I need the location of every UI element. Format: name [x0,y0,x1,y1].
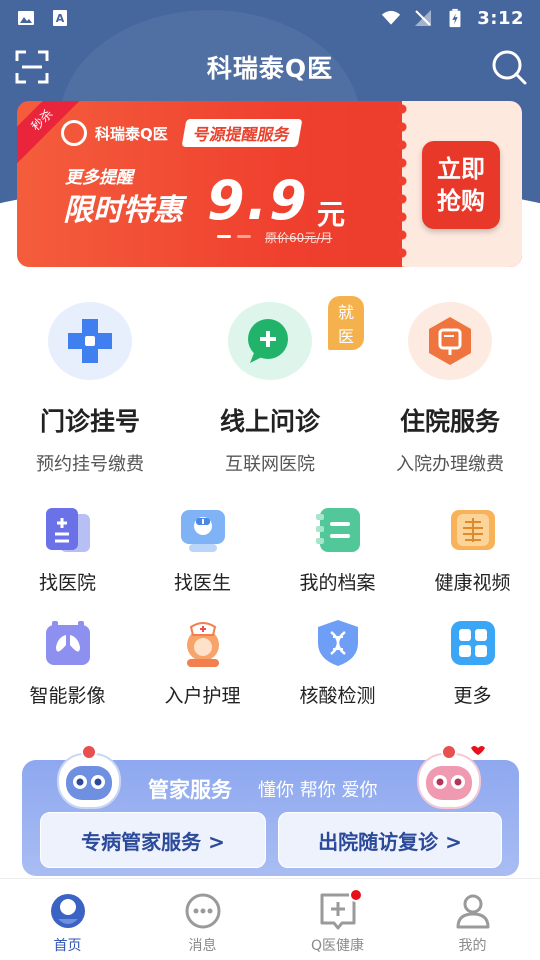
svg-text:A: A [56,12,65,25]
medical-badge: 就医 [328,296,365,350]
online-consult-icon-circle [228,302,312,380]
promo-banner[interactable]: 秒杀 科瑞泰Q医 号源提醒服务 更多提醒 限时特惠 9.9 元 原价60元/月 … [17,101,522,267]
banner-brand-name: 科瑞泰Q医 [95,124,168,143]
home-icon [50,894,85,928]
no-signal-icon [415,10,432,26]
more-icon [450,621,495,665]
bottom-nav: 首页 消息 Q医健康 我的 [0,878,540,960]
wifi-icon [382,10,401,25]
dna-icon [317,620,358,666]
nav-label: 首页 [53,938,82,954]
grid-label: 找医生 [173,572,231,594]
service-title: 住院服务 [399,407,500,436]
profile-icon [456,894,489,929]
scan-icon[interactable] [14,49,50,85]
status-time: 3:12 [477,7,524,29]
grid-label: 入户护理 [164,685,241,707]
grid-item-home-nursing[interactable]: 入户护理 [135,617,270,708]
carousel-dot [237,235,251,238]
service-subtitle: 预约挂号缴费 [36,454,144,475]
doctor-icon [180,510,225,552]
butler-title: 管家服务 [148,778,232,802]
banner-service-tag: 号源提醒服务 [181,119,303,147]
buy-now-line2: 抢购 [437,187,485,215]
nav-label: Q医健康 [310,938,365,954]
buy-now-line1: 立即 [437,155,485,183]
nav-label: 消息 [188,938,217,954]
buy-now-button[interactable]: 立即 抢购 [422,141,500,229]
grid-item-find-doctor[interactable]: 找医生 [135,504,270,595]
battery-charging-icon [449,8,461,28]
grid-label: 健康视频 [434,572,511,594]
image-notification-icon [18,11,34,25]
nav-profile[interactable]: 我的 [405,879,540,960]
banner-price-unit: 元 [317,198,346,231]
app-header: 科瑞泰Q医 [0,44,540,90]
banner-original-price: 原价60元/月 [265,231,333,245]
chat-plus-icon [248,319,288,363]
medical-cross-icon [68,319,112,363]
grid-item-find-hospital[interactable]: 找医院 [0,504,135,595]
search-icon[interactable] [490,48,528,86]
records-icon [315,508,360,552]
imaging-icon [45,621,90,665]
robot-mascot-pink-icon [417,744,485,809]
discharge-followup-button[interactable]: 出院随访复诊 > [278,812,502,868]
service-title: 门诊挂号 [39,407,140,436]
outpatient-icon-circle [48,302,132,380]
service-online-consultation[interactable]: 就医 线上问诊 互联网医院 [180,296,365,476]
nav-label: 我的 [458,938,487,954]
service-subtitle: 入院办理缴费 [396,454,504,475]
specialty-butler-button[interactable]: 专病管家服务 > [40,812,266,868]
app-title: 科瑞泰Q医 [206,54,334,83]
grid-label: 核酸检测 [299,685,376,707]
nurse-icon [186,622,219,667]
grid-label: 智能影像 [29,685,106,707]
service-subtitle: 互联网医院 [225,454,315,475]
hospital-icon [45,508,90,552]
main-services: 门诊挂号 预约挂号缴费 就医 线上问诊 互联网医院 住院服务 入院办理缴费 [0,296,540,476]
banner-line2: 限时特惠 [63,193,183,228]
grid-item-more[interactable]: 更多 [405,617,540,708]
feature-grid: 找医院 找医生 我的档案 健康视频 智能影像 入户护理 核酸检测 更多 [0,504,540,708]
grid-item-my-records[interactable]: 我的档案 [270,504,405,595]
robot-mascot-blue-icon [57,744,121,809]
banner-brand-row: 科瑞泰Q医 号源提醒服务 [61,119,303,147]
butler-slogan: 懂你 帮你 爱你 [258,780,378,801]
carousel-dot-active [217,235,231,238]
service-title: 线上问诊 [219,407,320,436]
app-notification-icon: A [53,10,67,26]
nav-messages[interactable]: 消息 [135,879,270,960]
grid-item-nucleic-test[interactable]: 核酸检测 [270,617,405,708]
grid-item-smart-imaging[interactable]: 智能影像 [0,617,135,708]
grid-label: 找医院 [38,572,96,594]
brand-logo-icon [61,120,87,146]
service-outpatient-registration[interactable]: 门诊挂号 预约挂号缴费 [0,296,180,476]
nav-q-health[interactable]: Q医健康 [270,879,405,960]
grid-item-health-video[interactable]: 健康视频 [405,504,540,595]
status-bar: A 3:12 [0,0,540,36]
service-inpatient[interactable]: 住院服务 入院办理缴费 [360,296,540,476]
video-icon [450,510,495,550]
banner-price: 9.9 [207,169,309,232]
grid-label: 我的档案 [299,572,376,594]
notification-dot [349,888,363,902]
grid-label: 更多 [453,685,492,707]
banner-carousel-dots [217,235,251,238]
nav-home[interactable]: 首页 [0,879,135,960]
inpatient-icon-circle [408,302,492,380]
message-icon [185,893,220,929]
hexagon-document-icon [429,317,471,365]
